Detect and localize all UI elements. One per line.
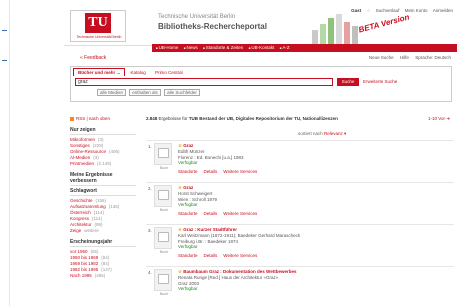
link-search-history[interactable]: Suchverlauf	[376, 8, 400, 13]
feedback-link[interactable]: « Feedback	[80, 55, 106, 61]
left-edge-strip	[0, 0, 10, 306]
nav-locations[interactable]: Standorte & Zeiten	[203, 44, 244, 52]
title-portal: Bibliotheks-Recherche­portal	[158, 22, 267, 31]
nav-contact[interactable]: UB-Kontakt	[249, 44, 274, 52]
book-cover-icon: Buch	[154, 269, 172, 296]
facet-heading-refine: Meine Ergebnisse verbessern	[70, 172, 136, 186]
book-cover-icon: Buch	[154, 143, 172, 170]
facet-item[interactable]: Printmedien (2.149)	[70, 161, 136, 167]
book-cover-icon: Buch	[154, 185, 172, 212]
facet-heading-show: Nur zeigen	[70, 127, 136, 135]
user-links: Gast ☆ Suchverlauf Mein Konto Anmelden	[347, 8, 453, 14]
search-input[interactable]: graz	[75, 78, 333, 86]
result-item: 2. Buch Graz Horst Schweigert Wien : Sch…	[146, 182, 454, 222]
logo-mark: TU	[85, 13, 111, 33]
portal-title: Technische Universität Berlin Bibliothek…	[158, 14, 267, 31]
link-my-account[interactable]: Mein Konto	[405, 8, 428, 13]
result-item: 3. Buch Graz : Kurzer Stadtführer Karl W…	[146, 224, 454, 264]
advanced-search-link[interactable]: Erweiterte Suche	[363, 79, 397, 84]
tab-catalog[interactable]: Katalog	[127, 69, 150, 76]
search-button[interactable]: Suche	[337, 78, 359, 86]
field-select[interactable]: alle Suchfelder	[164, 89, 200, 96]
tu-logo[interactable]: TU Technische Universität Berlin	[70, 10, 126, 42]
secondary-links: Neue Suche Hilfe Sprache: Deutsch	[364, 55, 451, 60]
link-help[interactable]: Hilfe	[400, 55, 409, 60]
rss-link[interactable]: RSS | nach oben	[70, 116, 136, 121]
book-cover-icon: Buch	[154, 227, 172, 254]
logo-subtext: Technische Universität Berlin	[76, 35, 122, 39]
tab-details[interactable]: Details	[204, 211, 218, 216]
link-new-search[interactable]: Neue Suche	[369, 55, 394, 60]
main-nav: UB-Home News Standorte & Zeiten UB-Konta…	[152, 44, 457, 52]
match-select[interactable]: enthalten als	[129, 89, 161, 96]
header: TU Technische Universität Berlin Technis…	[64, 4, 457, 46]
tab-services[interactable]: Weitere Services	[223, 253, 257, 258]
facet-more-link[interactable]: Zeige weitere	[70, 228, 136, 234]
results-summary: 2.848 Ergebnisse für TUB Bestand der UB,…	[146, 116, 338, 121]
result-item: 1. Buch Graz Edith Münzer Florenz : Ed. …	[146, 140, 454, 180]
search-tabs: Bücher und mehr ... Katalog Primo Centra…	[73, 68, 187, 76]
result-item: 4. Buch Baumbaum Graz : Dokumentation de…	[146, 266, 454, 306]
title-university: Technische Universität Berlin	[158, 14, 236, 20]
sort-control: sortiert nach Relevanz ▾	[298, 131, 347, 136]
search-filters: alle Medien enthalten als alle Suchfelde…	[97, 89, 202, 96]
nav-news[interactable]: News	[184, 44, 197, 52]
strip-mark	[2, 60, 7, 61]
availability-status: Verfügbar	[178, 244, 198, 249]
availability-status: Verfügbar	[178, 202, 198, 207]
pagination-next[interactable]: 1-10 Vor ➜	[428, 116, 450, 122]
star-icon[interactable]: ☆	[366, 8, 370, 13]
portal-page: TU Technische Universität Berlin Technis…	[64, 4, 457, 306]
tab-services[interactable]: Weitere Services	[223, 169, 257, 174]
media-select[interactable]: alle Medien	[97, 89, 127, 96]
availability-status: Verfügbar	[178, 286, 198, 291]
facet-heading-subject: Schlagwort	[70, 188, 136, 196]
facet-sidebar: RSS | nach oben Nur zeigen Mikroformen (3…	[70, 116, 136, 306]
tab-locations[interactable]: Standorte	[178, 169, 198, 174]
tab-details[interactable]: Details	[204, 253, 218, 258]
tab-books[interactable]: Bücher und mehr ...	[73, 68, 126, 76]
nav-a-z[interactable]: A-Z	[280, 44, 289, 52]
link-login[interactable]: Anmelden	[433, 8, 453, 13]
nav-ub-home[interactable]: UB-Home	[156, 44, 179, 52]
availability-status: Verfügbar	[178, 160, 198, 165]
link-language[interactable]: Sprache: Deutsch	[415, 55, 451, 60]
search-panel: Bücher und mehr ... Katalog Primo Centra…	[70, 66, 452, 102]
secondary-bar: « Feedback Neue Suche Hilfe Sprache: Deu…	[64, 54, 457, 62]
tab-primo-central[interactable]: Primo Central	[151, 69, 187, 76]
strip-mark	[2, 30, 7, 31]
sort-select[interactable]: Relevanz	[324, 131, 343, 136]
facet-item[interactable]: Nach 1995 (485)	[70, 273, 136, 279]
user-name: Gast	[351, 8, 362, 13]
facet-heading-year: Erscheinungsjahr	[70, 239, 136, 247]
tab-services[interactable]: Weitere Services	[223, 211, 257, 216]
tab-locations[interactable]: Standorte	[178, 211, 198, 216]
tab-details[interactable]: Details	[204, 169, 218, 174]
tab-locations[interactable]: Standorte	[178, 253, 198, 258]
